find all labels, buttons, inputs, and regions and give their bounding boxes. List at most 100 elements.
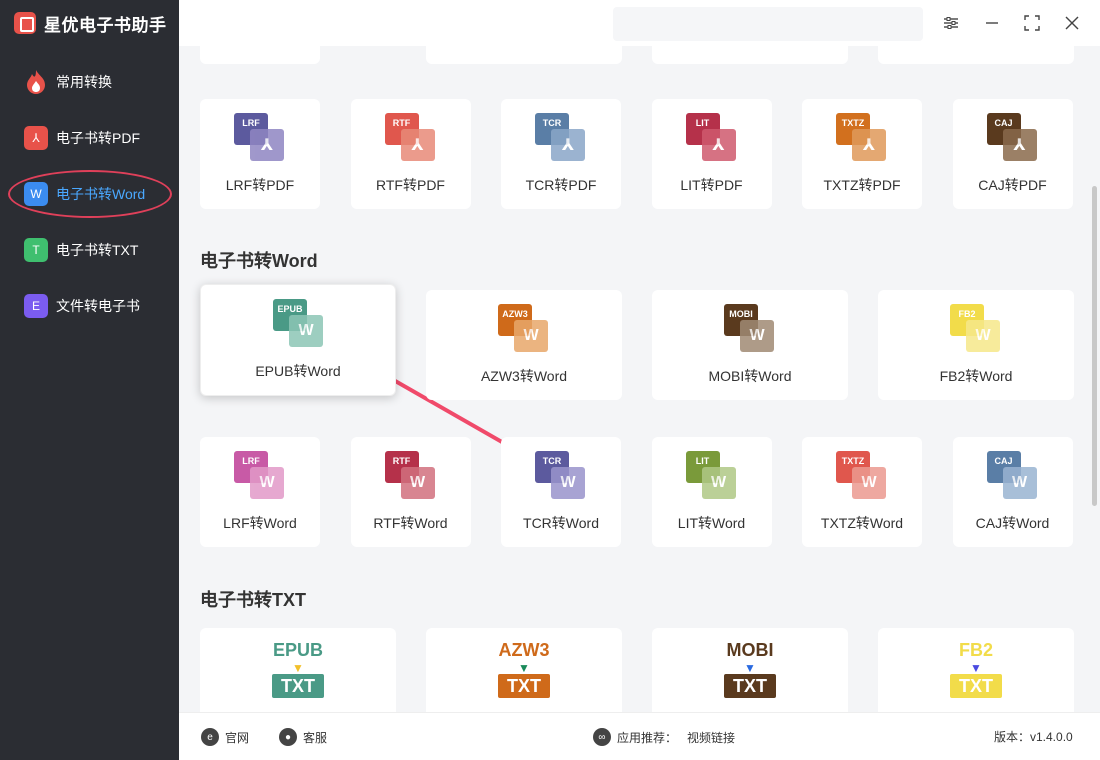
card-partial[interactable] bbox=[878, 46, 1074, 64]
format-tag: FB2 bbox=[958, 640, 993, 660]
recommend-label: 应用推荐： bbox=[617, 730, 678, 745]
convert-card[interactable]: RTF W RTF转Word bbox=[350, 437, 471, 547]
txt-file-icon: FB2 ▼ TXT bbox=[946, 640, 1006, 710]
convert-card[interactable]: RTF ⅄ RTF转PDF bbox=[350, 99, 471, 209]
app-title: 星优电子书助手 bbox=[44, 15, 167, 35]
pdf-file-icon: LRF ⅄ bbox=[234, 113, 286, 165]
convert-card[interactable]: EPUB W EPUB转Word bbox=[200, 284, 396, 396]
word-icon: W bbox=[514, 320, 548, 352]
word-file-icon: MOBI W bbox=[724, 304, 776, 356]
word-file-icon: AZW3 W bbox=[498, 304, 550, 356]
app-logo-icon bbox=[14, 12, 36, 34]
word-icon: W bbox=[1002, 467, 1037, 499]
card-label: TXTZ转Word bbox=[820, 515, 904, 531]
pdf-file-icon: LIT ⅄ bbox=[685, 113, 738, 165]
convert-card[interactable]: MOBI W MOBI转Word bbox=[652, 290, 848, 400]
ie-icon: e bbox=[201, 728, 219, 746]
version-label: 版本：v1.4.0.0 bbox=[994, 730, 1073, 744]
sidebar-item-4[interactable]: E 文件转电子书 bbox=[0, 278, 179, 334]
convert-card[interactable]: LIT ⅄ LIT转PDF bbox=[651, 99, 772, 209]
card-partial[interactable] bbox=[426, 46, 622, 64]
convert-card[interactable]: TXTZ W TXTZ转Word bbox=[802, 437, 922, 547]
card-label: EPUB转Word bbox=[255, 363, 341, 379]
convert-card[interactable]: TXTZ ⅄ TXTZ转PDF bbox=[802, 99, 922, 209]
sidebar-item-3[interactable]: T 电子书转TXT bbox=[0, 222, 179, 278]
sidebar-nav: 常用转换 ⅄ 电子书转PDF W 电子书转Word T 电子书转TXT E 文件转电子书 bbox=[0, 54, 179, 334]
website-link[interactable]: e 官网 bbox=[201, 728, 249, 746]
convert-card[interactable]: TCR W TCR转Word bbox=[501, 437, 621, 547]
card-label: CAJ转PDF bbox=[978, 177, 1047, 193]
recommend-link[interactable]: ∞ 应用推荐： 视频链接 bbox=[593, 728, 735, 746]
word-icon: W bbox=[966, 320, 1000, 352]
word-file-icon: CAJ W bbox=[986, 451, 1039, 503]
convert-card[interactable]: AZW3 W AZW3转Word bbox=[426, 290, 622, 400]
pdf-icon: ⅄ bbox=[250, 129, 284, 161]
search-box[interactable] bbox=[613, 7, 923, 41]
convert-card[interactable]: LRF ⅄ LRF转PDF bbox=[200, 99, 320, 209]
sidebar-item-label: 文件转电子书 bbox=[56, 298, 140, 314]
convert-card[interactable]: CAJ W CAJ转Word bbox=[952, 437, 1073, 547]
format-tag: AZW3 bbox=[498, 640, 550, 660]
convert-card[interactable]: LRF W LRF转Word bbox=[200, 437, 320, 547]
card-partial[interactable] bbox=[200, 46, 320, 64]
fire-icon bbox=[24, 70, 48, 94]
word-file-icon: FB2 W bbox=[950, 304, 1002, 356]
sidebar-item-1[interactable]: ⅄ 电子书转PDF bbox=[0, 110, 179, 166]
service-link[interactable]: ● 客服 bbox=[279, 728, 327, 746]
convert-card[interactable]: TCR ⅄ TCR转PDF bbox=[501, 99, 621, 209]
down-arrow-icon: ▼ bbox=[518, 661, 530, 675]
convert-card-txt[interactable]: AZW3 ▼ TXT bbox=[426, 628, 622, 712]
footer: e 官网 ● 客服 ∞ 应用推荐： 视频链接 版本：v1.4.0.0 bbox=[179, 712, 1100, 760]
link-icon: ∞ bbox=[593, 728, 611, 746]
ebook-icon: E bbox=[24, 294, 48, 318]
txt-tag: TXT bbox=[950, 674, 1002, 698]
pdf-icon: ⅄ bbox=[400, 129, 435, 161]
pdf-icon: ⅄ bbox=[1002, 129, 1037, 161]
maximize-icon[interactable] bbox=[1020, 11, 1044, 35]
txt-tag: TXT bbox=[724, 674, 776, 698]
card-partial[interactable] bbox=[652, 46, 848, 64]
pdf-file-icon: CAJ ⅄ bbox=[986, 113, 1039, 165]
txt-icon: T bbox=[24, 238, 48, 262]
convert-card-txt[interactable]: FB2 ▼ TXT bbox=[878, 628, 1074, 712]
card-label: LRF转Word bbox=[223, 515, 297, 531]
pdf-icon: ⅄ bbox=[551, 129, 585, 161]
scrollbar[interactable] bbox=[1092, 186, 1097, 506]
convert-card[interactable]: FB2 W FB2转Word bbox=[878, 290, 1074, 400]
convert-card-txt[interactable]: EPUB ▼ TXT bbox=[200, 628, 396, 712]
convert-card[interactable]: LIT W LIT转Word bbox=[651, 437, 772, 547]
down-arrow-icon: ▼ bbox=[292, 661, 304, 675]
txt-tag: TXT bbox=[272, 674, 324, 698]
minimize-icon[interactable] bbox=[980, 11, 1004, 35]
chat-icon: ● bbox=[279, 728, 297, 746]
card-label: FB2转Word bbox=[939, 368, 1013, 384]
word-file-icon: LIT W bbox=[685, 451, 738, 503]
txt-file-icon: EPUB ▼ TXT bbox=[268, 640, 328, 710]
version-info: 版本：v1.4.0.0 bbox=[994, 728, 1073, 745]
word-file-icon: EPUB W bbox=[273, 299, 325, 351]
sidebar-item-label: 常用转换 bbox=[56, 74, 112, 90]
sidebar-item-label: 电子书转PDF bbox=[56, 130, 140, 146]
txt-file-icon: AZW3 ▼ TXT bbox=[494, 640, 554, 710]
card-label: TCR转PDF bbox=[525, 177, 597, 193]
txt-file-icon: MOBI ▼ TXT bbox=[720, 640, 780, 710]
convert-card[interactable]: CAJ ⅄ CAJ转PDF bbox=[952, 99, 1073, 209]
card-label: MOBI转Word bbox=[708, 368, 792, 384]
word-icon: W bbox=[740, 320, 774, 352]
sidebar-item-0[interactable]: 常用转换 bbox=[0, 54, 179, 110]
down-arrow-icon: ▼ bbox=[970, 661, 982, 675]
top-bar bbox=[179, 0, 1100, 46]
card-label: CAJ转Word bbox=[975, 515, 1050, 531]
word-icon: W bbox=[250, 467, 284, 499]
section-title-word: 电子书转Word bbox=[200, 251, 318, 271]
service-label: 客服 bbox=[303, 730, 328, 745]
card-label: LIT转Word bbox=[677, 515, 746, 531]
close-icon[interactable] bbox=[1060, 11, 1084, 35]
word-icon: W bbox=[551, 467, 585, 499]
convert-card-txt[interactable]: MOBI ▼ TXT bbox=[652, 628, 848, 712]
settings-icon[interactable] bbox=[939, 11, 963, 35]
sidebar-item-label: 电子书转TXT bbox=[56, 242, 139, 258]
sidebar-item-2[interactable]: W 电子书转Word bbox=[0, 166, 179, 222]
pdf-icon: ⅄ bbox=[701, 129, 736, 161]
word-file-icon: TCR W bbox=[535, 451, 587, 503]
